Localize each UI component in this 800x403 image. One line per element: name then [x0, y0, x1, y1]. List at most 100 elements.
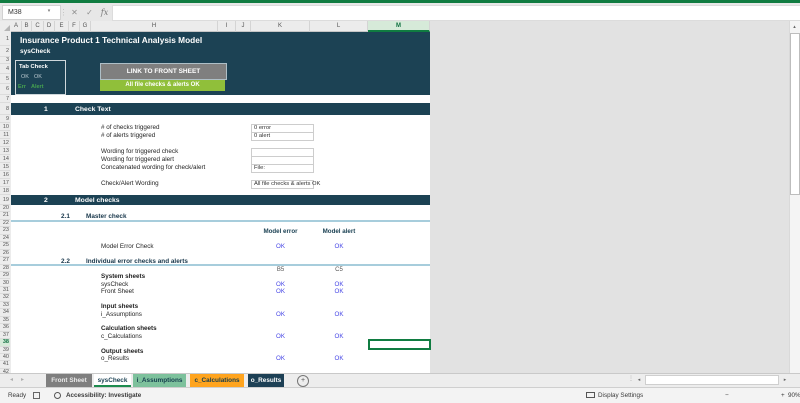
column-header-J[interactable]: J: [236, 21, 251, 32]
display-settings-button[interactable]: Display Settings: [598, 388, 643, 403]
row-header-7[interactable]: 7: [0, 95, 10, 103]
row-header-25[interactable]: 25: [0, 242, 10, 250]
sheet-tab-c-calculations[interactable]: c_Calculations: [190, 374, 244, 387]
row-header-27[interactable]: 27: [0, 257, 10, 265]
sheet-tab-i-assumptions[interactable]: i_Assumptions: [133, 374, 186, 387]
sheet-tab-front-sheet[interactable]: Front Sheet: [46, 374, 92, 387]
accessibility-icon: [54, 392, 61, 399]
row-header-5[interactable]: 5: [0, 74, 10, 84]
select-all-triangle-icon: [4, 25, 10, 31]
row-header-19[interactable]: 19: [0, 195, 10, 205]
group-title-calculation-sheets: Calculation sheets: [101, 325, 157, 332]
section-1-bar: 1 Check Text: [11, 103, 430, 115]
column-header-B[interactable]: B: [22, 21, 32, 32]
row-header-11[interactable]: 11: [0, 131, 10, 139]
link-to-front-sheet-button[interactable]: LINK TO FRONT SHEET: [100, 63, 227, 80]
group-title-system-sheets: System sheets: [101, 273, 146, 280]
horizontal-scrollbar[interactable]: [645, 375, 779, 385]
row-header-40[interactable]: 40: [0, 354, 10, 362]
row-header-39[interactable]: 39: [0, 346, 10, 354]
hscroll-left-icon[interactable]: ◂: [634, 375, 644, 385]
wording-alert-label: Wording for triggered alert: [101, 156, 175, 163]
row-header-4[interactable]: 4: [0, 64, 10, 74]
concat-wording-value-cell[interactable]: File:: [251, 163, 314, 173]
row-header-32[interactable]: 32: [0, 294, 10, 302]
row-header-20[interactable]: 20: [0, 205, 10, 213]
formula-bar-input[interactable]: [112, 5, 800, 21]
vertical-scrollbar-thumb[interactable]: [790, 33, 800, 195]
row-header-10[interactable]: 10: [0, 123, 10, 131]
row-header-29[interactable]: 29: [0, 272, 10, 280]
cancel-icon[interactable]: ✕: [68, 5, 81, 20]
row-header-15[interactable]: 15: [0, 163, 10, 171]
check-alert-wording-label: Check/Alert Wording: [101, 180, 159, 187]
row-header-24[interactable]: 24: [0, 234, 10, 243]
tab-scroll-right-icon[interactable]: ▸: [21, 376, 24, 383]
check-row-label: o_Results: [101, 355, 130, 362]
row-header-13[interactable]: 13: [0, 147, 10, 155]
column-header-M[interactable]: M: [368, 21, 430, 32]
sheet-tab-syscheck[interactable]: sysCheck: [94, 374, 131, 387]
concat-wording-label: Concatenated wording for check/alert: [101, 164, 206, 171]
row-header-41[interactable]: 41: [0, 361, 10, 369]
row-header-34[interactable]: 34: [0, 309, 10, 317]
insert-function-icon[interactable]: fx: [98, 5, 111, 20]
row-header-38[interactable]: 38: [0, 339, 10, 347]
enter-icon[interactable]: ✓: [83, 5, 96, 20]
zoom-level[interactable]: 90%: [788, 388, 800, 403]
row-header-35[interactable]: 35: [0, 316, 10, 325]
row-header-9[interactable]: 9: [0, 115, 10, 123]
row-header-1[interactable]: 1: [0, 32, 10, 46]
name-box-dropdown-icon[interactable]: ▾: [44, 5, 54, 18]
row-header-31[interactable]: 31: [0, 286, 10, 295]
column-header-K[interactable]: K: [251, 21, 310, 32]
macro-record-icon[interactable]: [33, 392, 40, 399]
row-header-36[interactable]: 36: [0, 324, 10, 332]
column-header-G[interactable]: G: [80, 21, 91, 32]
accessibility-status[interactable]: Accessibility: Investigate: [66, 388, 141, 403]
zoom-out-icon[interactable]: −: [725, 388, 729, 403]
zoom-in-icon[interactable]: +: [781, 388, 785, 403]
check-alert-wording-value-cell[interactable]: All file checks & alerts OK: [251, 179, 320, 189]
scroll-up-icon[interactable]: ▴: [789, 22, 800, 32]
section-1-number: 1: [44, 105, 48, 113]
row-header-2[interactable]: 2: [0, 46, 10, 57]
row-header-21[interactable]: 21: [0, 212, 10, 220]
column-header-D[interactable]: D: [44, 21, 55, 32]
check-row-error: OK: [276, 280, 285, 288]
check-row-label: Front Sheet: [101, 288, 134, 295]
alerts-triggered-value-cell[interactable]: 0 alert: [251, 131, 314, 141]
section-2-number: 2: [44, 196, 48, 204]
sheet-tab-o-results[interactable]: o_Results: [248, 374, 284, 387]
add-sheet-button[interactable]: +: [297, 375, 309, 387]
row-header-28[interactable]: 28: [0, 264, 10, 273]
row-header-6[interactable]: 6: [0, 84, 10, 95]
column-header-L[interactable]: L: [310, 21, 368, 32]
column-header-A[interactable]: A: [11, 21, 22, 32]
column-header-C[interactable]: C: [32, 21, 44, 32]
row-header-33[interactable]: 33: [0, 301, 10, 310]
row-header-16[interactable]: 16: [0, 171, 10, 179]
row-header-17[interactable]: 17: [0, 179, 10, 187]
row-header-26[interactable]: 26: [0, 249, 10, 258]
row-header-23[interactable]: 23: [0, 227, 10, 235]
alerts-triggered-label: # of alerts triggered: [101, 132, 156, 139]
selected-cell[interactable]: [368, 339, 431, 350]
row-header-14[interactable]: 14: [0, 155, 10, 163]
row-header-22[interactable]: 22: [0, 219, 10, 228]
row-header-12[interactable]: 12: [0, 139, 10, 147]
check-row-alert: OK: [334, 332, 344, 340]
column-header-E[interactable]: E: [55, 21, 69, 32]
row-header-8[interactable]: 8: [0, 103, 10, 115]
row-header-37[interactable]: 37: [0, 331, 10, 340]
tab-scroll-left-icon[interactable]: ◂: [10, 376, 13, 383]
column-header-H[interactable]: H: [91, 21, 218, 32]
row-header-3[interactable]: 3: [0, 57, 10, 64]
check-row-alert: OK: [334, 280, 344, 288]
row-header-18[interactable]: 18: [0, 187, 10, 195]
row-header-30[interactable]: 30: [0, 279, 10, 287]
column-header-F[interactable]: F: [69, 21, 80, 32]
column-header-I[interactable]: I: [218, 21, 236, 32]
hscroll-right-icon[interactable]: ▸: [780, 375, 790, 385]
sheet-name-label: sysCheck: [20, 48, 51, 55]
